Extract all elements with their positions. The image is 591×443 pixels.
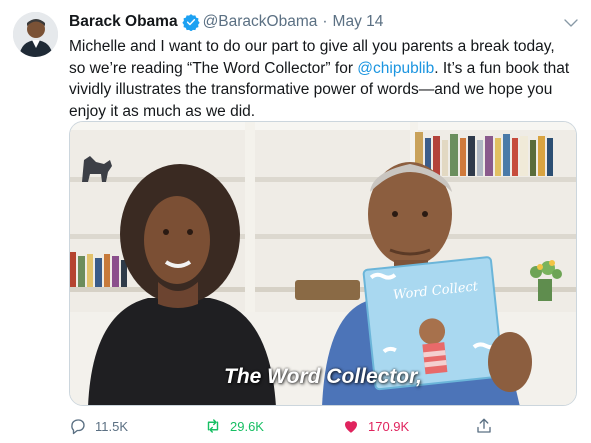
reply-button[interactable]: 11.5K (69, 416, 128, 436)
like-count: 170.9K (368, 418, 410, 434)
tweet-date[interactable]: May 14 (333, 13, 384, 31)
reply-icon (71, 419, 85, 435)
avatar-image (13, 12, 58, 57)
tweet-text: Michelle and I want to do our part to gi… (69, 36, 575, 122)
mention-link[interactable]: @chipublib (357, 60, 434, 77)
tweet-header: Barack Obama @BarackObama · May 14 (69, 12, 383, 32)
book-title-text: Word Collector (392, 278, 478, 303)
tweet-actions: 11.5K 29.6K 170.9K (69, 416, 575, 438)
video-frame (70, 122, 576, 405)
header-separator: · (322, 13, 328, 30)
tweet-card[interactable]: Barack Obama @BarackObama · May 14 Miche… (0, 0, 591, 443)
reply-count: 11.5K (95, 418, 129, 434)
avatar[interactable] (13, 12, 58, 57)
share-icon (477, 418, 491, 433)
book-cover-title: Word Collector (392, 278, 478, 303)
video-caption: The Word Collector, (224, 365, 422, 388)
retweet-button[interactable]: 29.6K (204, 416, 264, 436)
retweet-count: 29.6K (230, 418, 264, 434)
share-button[interactable] (475, 416, 501, 436)
chevron-down-icon[interactable] (562, 14, 580, 32)
author-name[interactable]: Barack Obama (69, 13, 178, 31)
like-button[interactable]: 170.9K (342, 416, 409, 436)
tweet-media-video[interactable]: The Word Collector, Word Collector (69, 121, 577, 406)
retweet-icon (207, 419, 219, 433)
author-handle[interactable]: @BarackObama (203, 13, 318, 31)
heart-icon (345, 421, 357, 433)
verified-badge-icon (181, 14, 200, 31)
